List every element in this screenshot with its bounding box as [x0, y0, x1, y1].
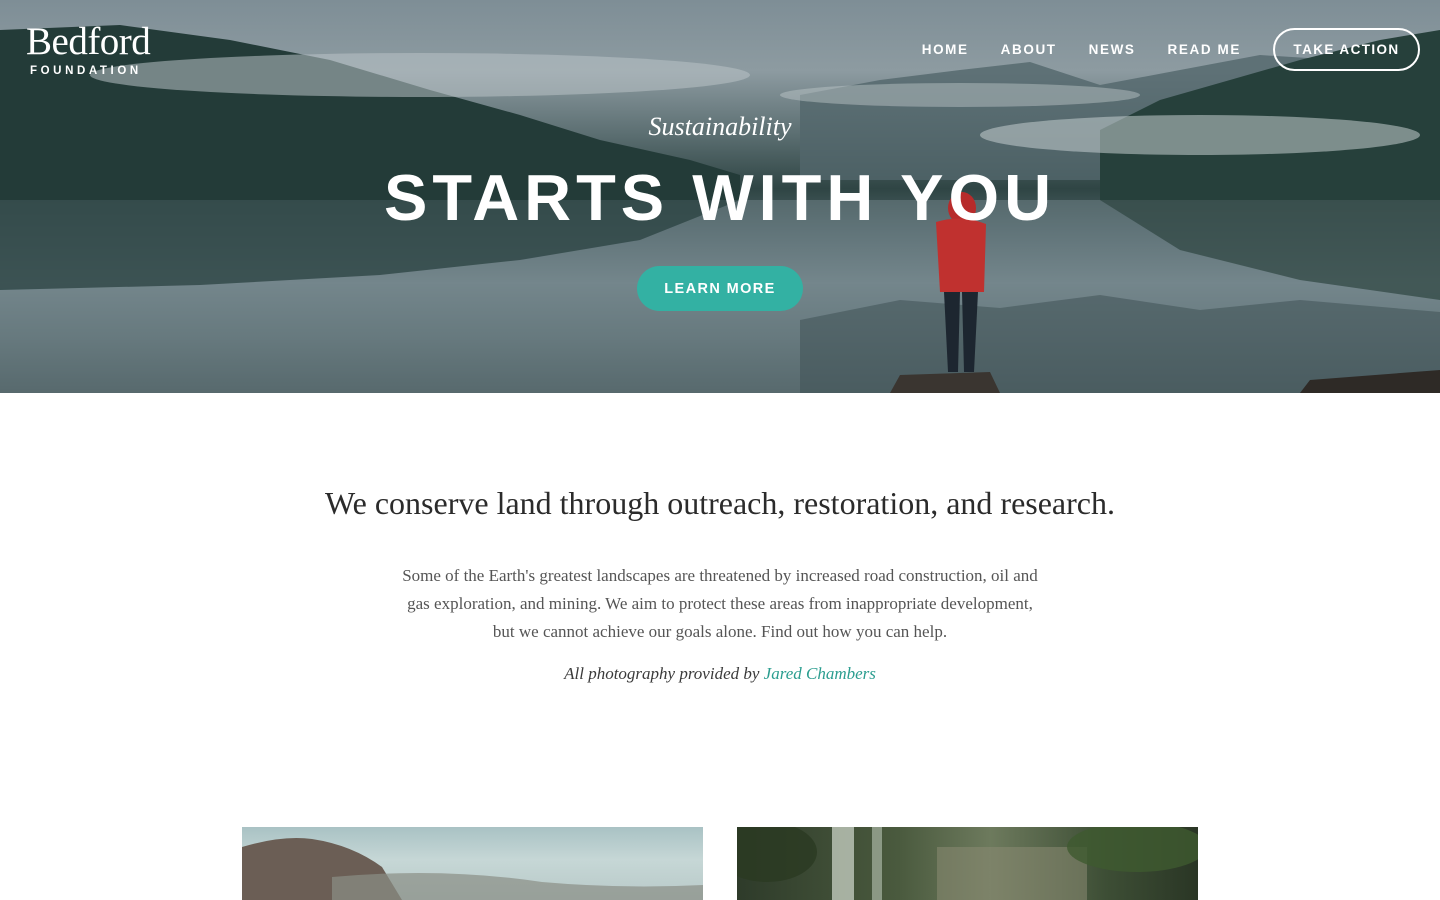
mountain-valley-photo [242, 838, 703, 900]
nav-home[interactable]: HOME [922, 42, 969, 57]
take-action-button[interactable]: TAKE ACTION [1273, 28, 1420, 71]
brand-logo[interactable]: Bedford FOUNDATION [26, 20, 151, 78]
mountain-valley-image[interactable] [242, 827, 703, 900]
photographer-link[interactable]: Jared Chambers [764, 664, 876, 683]
main-nav: HOME ABOUT NEWS READ ME TAKE ACTION [922, 28, 1420, 71]
hero-banner: Bedford FOUNDATION HOME ABOUT NEWS READ … [0, 0, 1440, 393]
nav-news[interactable]: NEWS [1089, 42, 1136, 57]
learn-more-button[interactable]: LEARN MORE [637, 266, 803, 311]
brand-name: Bedford [26, 20, 151, 63]
hero-title: STARTS WITH YOU [383, 161, 1057, 234]
nav-read-me[interactable]: READ ME [1168, 42, 1241, 57]
credit-prefix: All photography provided by [564, 664, 760, 683]
nav-about[interactable]: ABOUT [1001, 42, 1057, 57]
forest-waterfall-photo [737, 827, 1198, 900]
photo-credit: All photography provided by Jared Chambe… [0, 664, 1440, 684]
forest-waterfall-image[interactable] [737, 827, 1198, 900]
intro-body: Some of the Earth's greatest landscapes … [402, 566, 1038, 641]
intro-heading: We conserve land through outreach, resto… [325, 485, 1115, 521]
hero-eyebrow: Sustainability [648, 112, 792, 141]
brand-subtitle: FOUNDATION [30, 65, 142, 77]
